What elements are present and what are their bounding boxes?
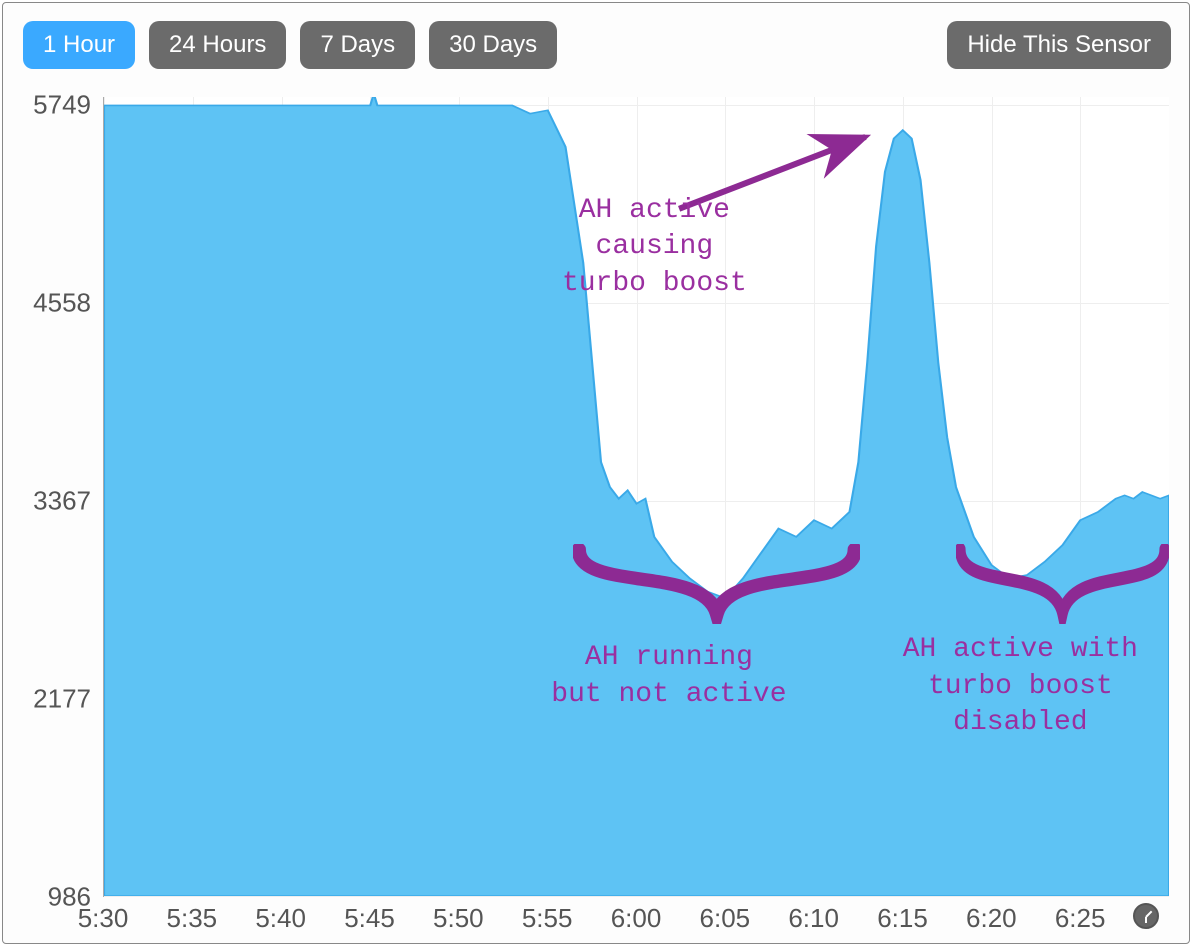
- y-axis-labels: 9862177336745585749: [3, 81, 103, 897]
- annotation-brace-right-label: AH active with turbo boost disabled: [903, 632, 1138, 741]
- x-tick-label: 5:55: [522, 903, 573, 934]
- clock-icon: [1133, 903, 1159, 929]
- x-axis-labels: 5:305:355:405:455:505:556:006:056:106:15…: [103, 897, 1169, 943]
- y-tick-label: 2177: [33, 684, 91, 715]
- range-7d-button[interactable]: 7 Days: [300, 21, 415, 69]
- annotation-brace-left: [573, 544, 861, 624]
- hide-sensor-button[interactable]: Hide This Sensor: [947, 21, 1171, 69]
- y-tick-label: 5749: [33, 90, 91, 121]
- plot-area: AH active causing turbo boost AH running…: [103, 97, 1169, 897]
- x-tick-label: 5:35: [167, 903, 218, 934]
- range-24h-button[interactable]: 24 Hours: [149, 21, 286, 69]
- annotation-brace-left-label: AH running but not active: [551, 640, 786, 713]
- range-30d-button[interactable]: 30 Days: [429, 21, 557, 69]
- y-tick-label: 3367: [33, 486, 91, 517]
- range-1h-button[interactable]: 1 Hour: [23, 21, 135, 69]
- x-tick-label: 5:40: [255, 903, 306, 934]
- annotation-arrow-label: AH active causing turbo boost: [562, 193, 747, 302]
- y-tick-label: 4558: [33, 288, 91, 319]
- chart: 9862177336745585749 AH active causing tu…: [3, 81, 1189, 943]
- time-range-toolbar: 1 Hour 24 Hours 7 Days 30 Days Hide This…: [3, 3, 1189, 79]
- x-tick-label: 6:00: [611, 903, 662, 934]
- x-tick-label: 6:15: [877, 903, 928, 934]
- x-tick-label: 6:20: [966, 903, 1017, 934]
- x-tick-label: 6:10: [788, 903, 839, 934]
- x-tick-label: 6:05: [700, 903, 751, 934]
- x-tick-label: 5:50: [433, 903, 484, 934]
- x-tick-label: 6:25: [1055, 903, 1106, 934]
- x-tick-label: 5:45: [344, 903, 395, 934]
- x-tick-label: 5:30: [78, 903, 129, 934]
- sensor-panel: 1 Hour 24 Hours 7 Days 30 Days Hide This…: [2, 2, 1190, 944]
- annotation-brace-right: [956, 544, 1169, 624]
